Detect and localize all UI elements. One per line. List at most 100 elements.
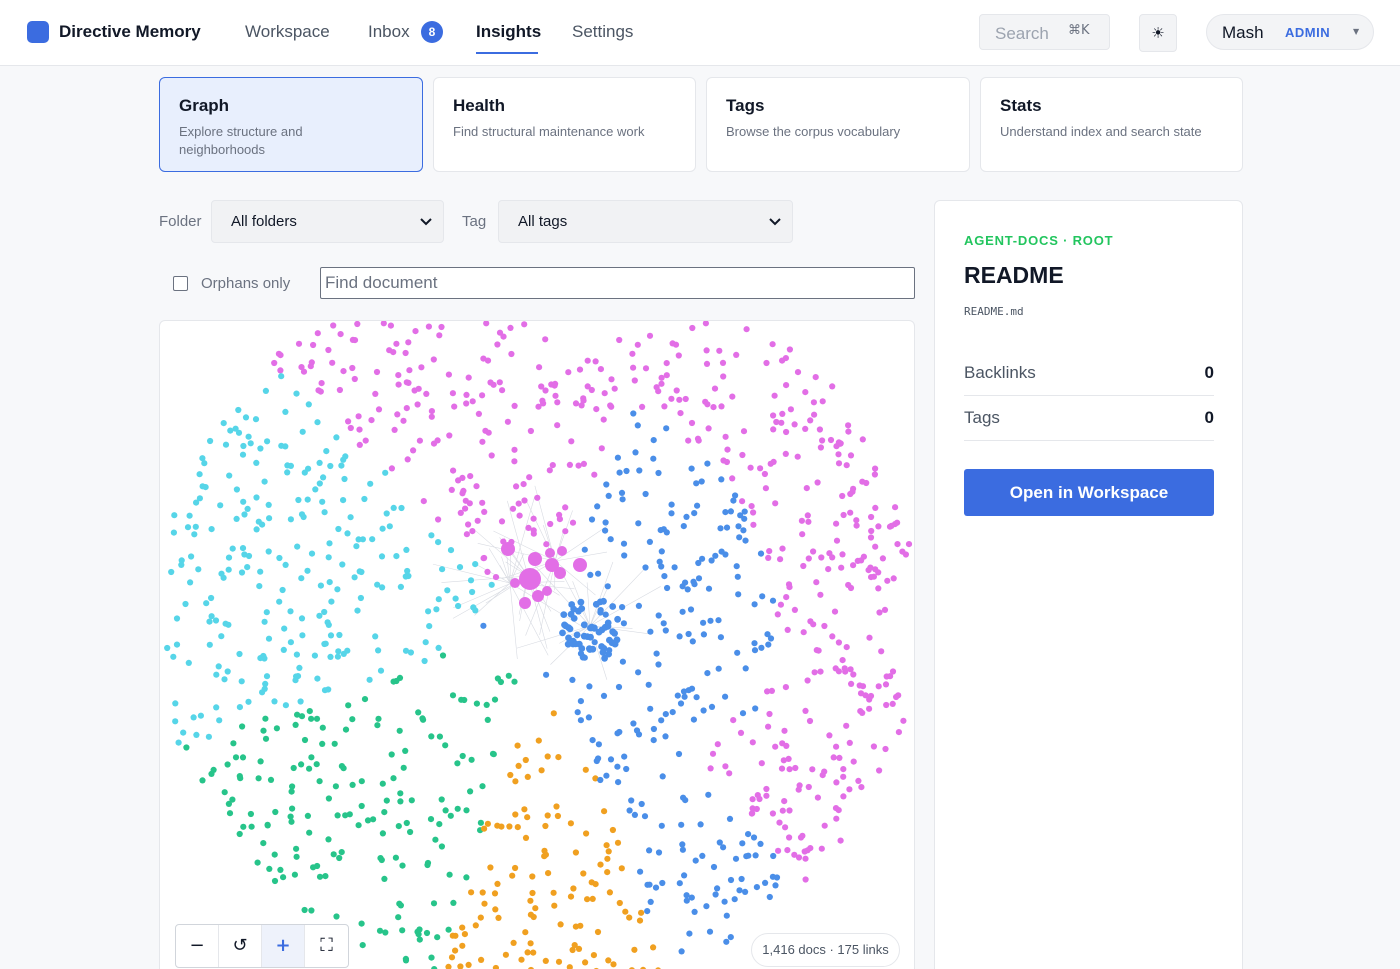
graph-node[interactable] [837, 837, 844, 844]
graph-node[interactable] [316, 459, 323, 466]
graph-node[interactable] [587, 571, 594, 578]
graph-node[interactable] [655, 469, 662, 477]
graph-node[interactable] [442, 807, 449, 814]
graph-node[interactable] [327, 632, 335, 639]
graph-node[interactable] [592, 600, 600, 608]
graph-node[interactable] [220, 420, 227, 427]
graph-node[interactable] [218, 633, 225, 640]
graph-node[interactable] [802, 855, 809, 862]
graph-hub-node[interactable] [573, 558, 587, 572]
graph-node[interactable] [508, 350, 515, 358]
graph-node[interactable] [362, 437, 369, 444]
graph-node[interactable] [280, 874, 287, 881]
graph-node[interactable] [729, 393, 736, 400]
graph-node[interactable] [282, 561, 289, 568]
graph-node[interactable] [600, 597, 607, 605]
graph-node[interactable] [530, 515, 537, 522]
graph-node[interactable] [594, 928, 602, 936]
graph-node[interactable] [252, 416, 260, 423]
graph-node[interactable] [689, 638, 696, 645]
graph-node[interactable] [316, 873, 324, 880]
graph-node[interactable] [630, 364, 637, 371]
graph-node[interactable] [855, 777, 862, 784]
graph-node[interactable] [261, 618, 268, 625]
theme-toggle-button[interactable]: ☀ [1139, 14, 1177, 52]
graph-node[interactable] [710, 863, 718, 871]
graph-node[interactable] [502, 951, 509, 958]
graph-node[interactable] [899, 548, 906, 555]
open-in-workspace-button[interactable]: Open in Workspace [964, 469, 1214, 516]
graph-node[interactable] [506, 823, 513, 830]
graph-node[interactable] [584, 357, 591, 364]
graph-node[interactable] [184, 524, 192, 531]
graph-node[interactable] [397, 583, 404, 590]
graph-node[interactable] [245, 698, 252, 705]
graph-node[interactable] [747, 464, 754, 471]
graph-node[interactable] [554, 399, 561, 406]
graph-node[interactable] [841, 665, 848, 672]
graph-node[interactable] [342, 812, 349, 819]
graph-node[interactable] [641, 813, 649, 820]
graph-node[interactable] [342, 726, 350, 733]
graph-node[interactable] [459, 924, 466, 931]
graph-node[interactable] [445, 371, 452, 378]
graph-node[interactable] [591, 471, 598, 478]
graph-node[interactable] [860, 553, 868, 560]
graph-node[interactable] [521, 497, 528, 504]
graph-node[interactable] [867, 534, 875, 541]
graph-node[interactable] [193, 499, 200, 506]
graph-node[interactable] [376, 927, 384, 934]
graph-node[interactable] [631, 811, 638, 818]
graph-node[interactable] [259, 689, 266, 696]
graph-node[interactable] [783, 382, 790, 389]
graph-node[interactable] [605, 848, 612, 855]
graph-node[interactable] [556, 511, 563, 518]
graph-node[interactable] [195, 566, 202, 573]
graph-canvas[interactable]: − ↺ + ⛶ 1,416 docs · 175 links [159, 320, 915, 969]
graph-node[interactable] [697, 821, 704, 828]
graph-node[interactable] [395, 381, 402, 388]
graph-node[interactable] [260, 652, 267, 660]
graph-node[interactable] [374, 581, 381, 588]
graph-node[interactable] [597, 366, 604, 373]
graph-node[interactable] [340, 497, 347, 504]
graph-node[interactable] [840, 793, 847, 800]
graph-node[interactable] [282, 408, 289, 415]
graph-node[interactable] [333, 913, 340, 920]
graph-node[interactable] [414, 401, 421, 408]
graph-node[interactable] [439, 652, 447, 659]
graph-node[interactable] [261, 478, 268, 485]
graph-node[interactable] [580, 870, 587, 877]
graph-node[interactable] [580, 460, 587, 467]
graph-node[interactable] [529, 873, 536, 880]
graph-node[interactable] [872, 465, 879, 472]
graph-node[interactable] [459, 474, 466, 481]
graph-node[interactable] [615, 779, 622, 786]
graph-node[interactable] [671, 564, 678, 571]
graph-node[interactable] [821, 822, 828, 829]
graph-node[interactable] [402, 957, 410, 964]
graph-node[interactable] [514, 742, 521, 749]
graph-node[interactable] [705, 791, 712, 798]
graph-node[interactable] [421, 657, 428, 665]
graph-node[interactable] [335, 648, 342, 655]
graph-node[interactable] [642, 564, 649, 571]
graph-node[interactable] [265, 501, 272, 508]
graph-node[interactable] [652, 884, 660, 891]
graph-node[interactable] [483, 701, 490, 708]
graph-node[interactable] [688, 685, 696, 692]
graph-node[interactable] [324, 619, 331, 626]
graph-node[interactable] [422, 639, 429, 646]
graph-node[interactable] [718, 476, 725, 483]
graph-node[interactable] [623, 765, 630, 773]
graph-node[interactable] [434, 934, 441, 941]
graph-node[interactable] [227, 427, 234, 434]
graph-node[interactable] [604, 869, 611, 876]
search-button[interactable]: Search ⌘K [979, 14, 1110, 50]
graph-node[interactable] [603, 842, 610, 849]
graph-node[interactable] [695, 437, 702, 444]
graph-node[interactable] [601, 390, 608, 397]
graph-node[interactable] [887, 673, 894, 680]
graph-node[interactable] [248, 823, 255, 830]
graph-node[interactable] [779, 545, 786, 552]
